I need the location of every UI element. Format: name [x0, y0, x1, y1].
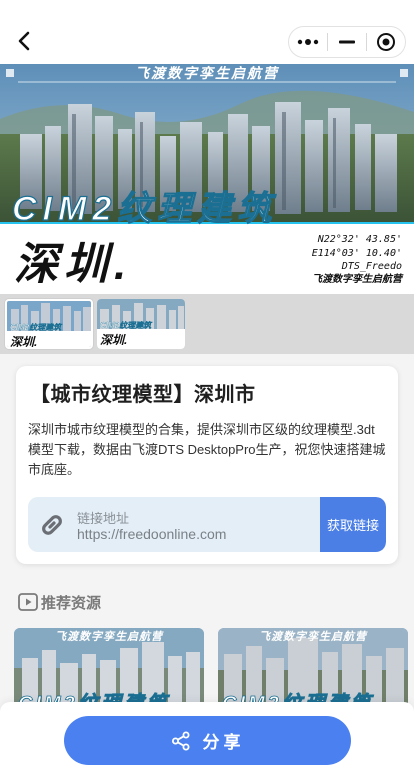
bottom-action-bar: 分享 — [0, 702, 414, 780]
resource-info-card: 【城市纹理模型】深圳市 深圳市城市纹理模型的合集，提供深圳市区级的纹理模型.3d… — [16, 366, 398, 564]
get-link-button[interactable]: 获取链接 — [320, 497, 386, 552]
banner-brand: DTS_Freedo — [341, 261, 402, 272]
thumbnail-strip: CIM2纹理建筑 深圳. CIM2纹理建筑 深圳. — [0, 294, 414, 354]
video-play-icon — [18, 593, 38, 611]
banner-coord-lon: E114°03' 10.40' — [312, 248, 402, 259]
close-button[interactable] — [367, 27, 405, 57]
share-label: 分享 — [202, 733, 245, 752]
banner-coord-lat: N22°32' 43.85' — [317, 234, 402, 245]
banner-city: 深圳. — [14, 240, 132, 289]
banner-sub-brand: 飞渡数字孪生启航营 — [312, 273, 404, 285]
link-label: 链接地址 — [77, 511, 130, 526]
more-button[interactable] — [289, 27, 327, 57]
back-button[interactable] — [12, 28, 38, 54]
thumbnail-city: 深圳. — [10, 335, 37, 349]
link-box: 链接地址 https://freedoonline.com 获取链接 — [28, 497, 386, 552]
thumbnail-title-line: CIM2纹理建筑 — [100, 321, 153, 330]
more-dots-icon — [297, 39, 319, 45]
mini-program-capsule — [288, 26, 406, 58]
resource-title: 【城市纹理模型】深圳市 — [30, 384, 256, 406]
top-nav-bar — [0, 0, 414, 64]
recommended-item-top-text: 飞渡数字孪生启航营 — [55, 630, 164, 643]
minimize-icon — [339, 40, 355, 44]
thumbnail-2[interactable]: CIM2纹理建筑 深圳. — [97, 299, 185, 349]
minimize-button[interactable] — [328, 27, 366, 57]
thumbnail-1[interactable]: CIM2纹理建筑 深圳. — [5, 299, 93, 349]
recommended-item-top-text: 飞渡数字孪生启航营 — [259, 630, 368, 643]
main-banner-image[interactable]: 飞渡数字孪生启航营 CIM2纹理建筑 深圳. N22°32' 43.85' E1… — [0, 64, 414, 294]
link-icon — [36, 509, 68, 541]
share-icon — [171, 731, 191, 751]
share-button[interactable]: 分享 — [64, 716, 351, 765]
close-target-icon — [377, 33, 395, 51]
recommended-title-text: 推荐资源 — [41, 594, 102, 612]
chevron-left-icon — [18, 31, 30, 51]
link-url: https://freedoonline.com — [77, 526, 227, 542]
thumbnail-title-line: CIM2纹理建筑 — [10, 323, 63, 332]
recommended-section-title: 推荐资源 — [18, 592, 101, 612]
banner-top-text: 飞渡数字孪生启航营 — [135, 65, 280, 81]
resource-description: 深圳市城市纹理模型的合集，提供深圳市区级的纹理模型.3dt模型下载，数据由飞渡D… — [28, 422, 386, 477]
banner-title-line: CIM2纹理建筑 — [12, 190, 277, 228]
thumbnail-city: 深圳. — [100, 333, 127, 347]
